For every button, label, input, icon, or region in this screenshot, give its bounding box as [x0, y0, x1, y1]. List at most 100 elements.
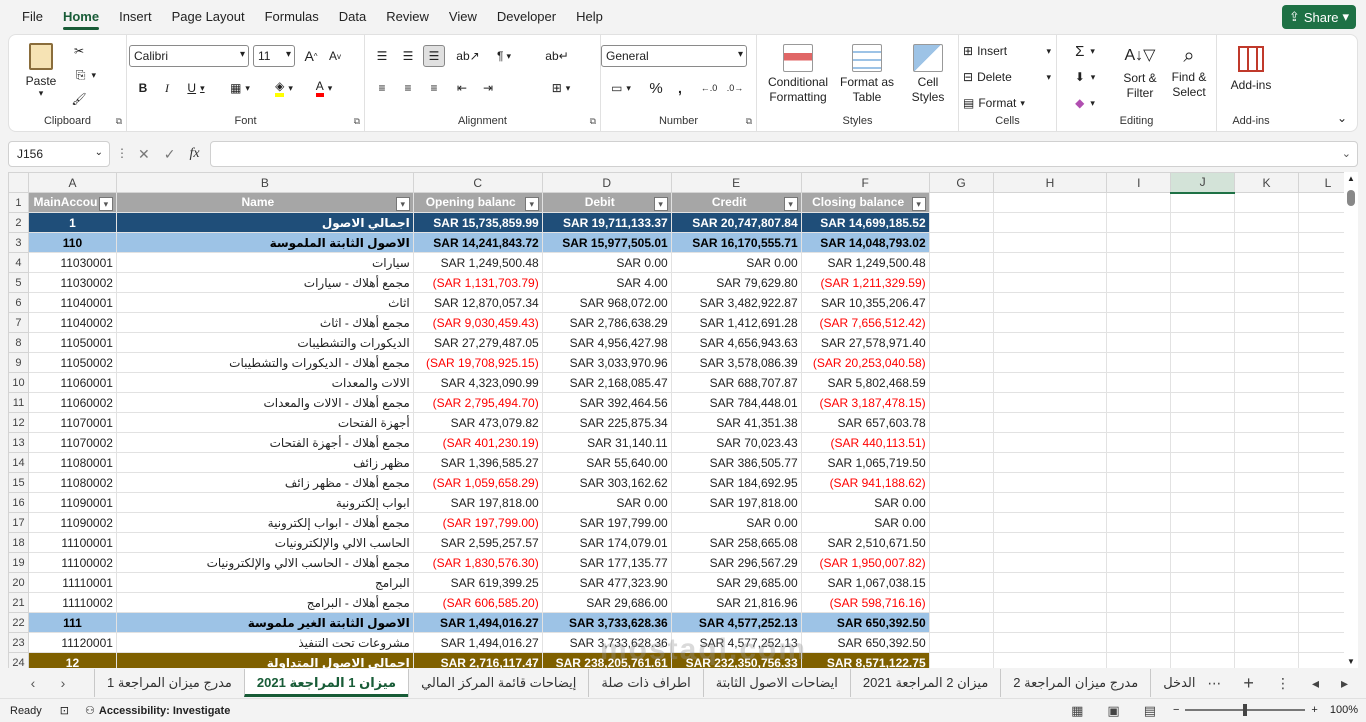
empty-cell[interactable]	[1234, 432, 1299, 453]
empty-cell[interactable]	[928, 552, 994, 573]
opening-balance-cell[interactable]: SAR 14,241,843.72	[412, 232, 543, 253]
opening-balance-cell[interactable]: SAR 197,818.00	[412, 492, 543, 513]
empty-cell[interactable]	[1170, 572, 1236, 593]
account-cell[interactable]: 11030002	[27, 272, 117, 293]
scroll-left-icon[interactable]: ◂	[1312, 675, 1319, 692]
empty-cell[interactable]	[928, 212, 994, 233]
row-header[interactable]: 2	[8, 212, 29, 233]
empty-cell[interactable]	[1234, 652, 1299, 668]
menu-tab-developer[interactable]: Developer	[487, 0, 566, 34]
paste-button[interactable]: Paste ▾	[21, 43, 61, 99]
filter-dropdown-icon[interactable]: ▾	[783, 196, 798, 211]
empty-cell[interactable]	[1234, 372, 1299, 393]
closing-balance-cell[interactable]: SAR 8,571,122.75	[800, 652, 930, 668]
empty-cell[interactable]	[1234, 492, 1299, 513]
credit-cell[interactable]: SAR 197,818.00	[670, 492, 802, 513]
empty-cell[interactable]	[1234, 392, 1299, 413]
decrease-font-button[interactable]: Av	[325, 45, 345, 67]
align-middle-button[interactable]: ☰	[397, 45, 419, 67]
credit-cell[interactable]: SAR 70,023.43	[670, 432, 802, 453]
empty-cell[interactable]	[1106, 632, 1172, 653]
empty-cell[interactable]	[1170, 252, 1236, 273]
credit-cell[interactable]: SAR 4,577,252.13	[670, 632, 802, 653]
paragraph-button[interactable]: ¶ ▾	[489, 45, 519, 67]
opening-balance-cell[interactable]: (SAR 606,585.20)	[412, 592, 543, 613]
credit-cell[interactable]: SAR 79,629.80	[670, 272, 802, 293]
decrease-decimal-button[interactable]: .0→	[723, 77, 747, 99]
menu-tab-review[interactable]: Review	[376, 0, 439, 34]
orientation-button[interactable]: ab↗	[451, 45, 485, 67]
empty-cell[interactable]	[1170, 612, 1236, 633]
page-layout-view-icon[interactable]: ▣	[1107, 703, 1119, 719]
row-header[interactable]: 3	[8, 232, 29, 253]
empty-cell[interactable]	[928, 452, 994, 473]
empty-cell[interactable]	[928, 392, 994, 413]
credit-cell[interactable]: SAR 41,351.38	[670, 412, 802, 433]
account-cell[interactable]: 1	[27, 212, 117, 233]
name-box[interactable]: J156 ⌄	[8, 141, 110, 167]
bold-button[interactable]: B	[133, 77, 153, 99]
empty-cell[interactable]	[1170, 592, 1236, 613]
empty-cell[interactable]	[1106, 592, 1172, 613]
cell-styles-button[interactable]: Cell Styles	[903, 41, 953, 107]
empty-cell[interactable]	[1170, 532, 1236, 553]
align-bottom-button[interactable]: ☰	[423, 45, 445, 67]
vertical-scrollbar[interactable]: ▲ ▼	[1344, 172, 1358, 668]
empty-cell[interactable]	[1170, 352, 1236, 373]
name-cell[interactable]: مشروعات تحت التنفيذ	[115, 632, 414, 653]
closing-balance-cell[interactable]: SAR 5,802,468.59	[800, 372, 930, 393]
autosum-button[interactable]: Σ ▾	[1067, 41, 1103, 61]
delete-cells-button[interactable]: ⊟ Delete ▾	[963, 67, 1051, 87]
opening-balance-cell[interactable]: SAR 1,249,500.48	[412, 252, 543, 273]
menu-tab-page-layout[interactable]: Page Layout	[162, 0, 255, 34]
filter-dropdown-icon[interactable]: ▾	[911, 196, 926, 211]
menu-tab-home[interactable]: Home	[53, 0, 109, 34]
row-header[interactable]: 18	[8, 532, 29, 553]
empty-cell[interactable]	[992, 452, 1108, 473]
empty-cell[interactable]	[1234, 292, 1299, 313]
empty-cell[interactable]	[992, 212, 1108, 233]
name-cell[interactable]: الالات والمعدات	[115, 372, 414, 393]
align-top-button[interactable]: ☰	[371, 45, 393, 67]
dialog-launcher-icon[interactable]: ⧉	[116, 116, 122, 127]
name-cell[interactable]: الديكورات والتشطيبات	[115, 332, 414, 353]
borders-button[interactable]: ▦ ▾	[223, 77, 257, 99]
tab-next-icon[interactable]: ›	[48, 675, 78, 691]
name-cell[interactable]: اجمالي الاصول المتداولة	[115, 652, 414, 668]
empty-cell[interactable]	[928, 652, 994, 668]
debit-cell[interactable]: SAR 392,464.56	[541, 392, 672, 413]
name-cell[interactable]: الاصول الثابتة الغير ملموسة	[115, 612, 414, 633]
closing-balance-cell[interactable]: SAR 2,510,671.50	[800, 532, 930, 553]
menu-tab-insert[interactable]: Insert	[109, 0, 162, 34]
account-cell[interactable]: 11090001	[27, 492, 117, 513]
column-header-k[interactable]: K	[1234, 172, 1299, 193]
name-cell[interactable]: اثاث	[115, 292, 414, 313]
closing-balance-cell[interactable]: (SAR 941,188.62)	[800, 472, 930, 493]
row-header[interactable]: 8	[8, 332, 29, 353]
empty-cell[interactable]	[1170, 412, 1236, 433]
opening-balance-cell[interactable]: SAR 1,396,585.27	[412, 452, 543, 473]
account-cell[interactable]: 11120001	[27, 632, 117, 653]
debit-cell[interactable]: SAR 15,977,505.01	[541, 232, 672, 253]
empty-cell[interactable]	[1170, 552, 1236, 573]
column-header-h[interactable]: H	[992, 172, 1108, 193]
credit-cell[interactable]: SAR 4,577,252.13	[670, 612, 802, 633]
debit-cell[interactable]: SAR 238,205,761.61	[541, 652, 672, 668]
more-options-icon[interactable]: ⋮	[116, 146, 128, 160]
credit-cell[interactable]: SAR 21,816.96	[670, 592, 802, 613]
closing-balance-cell[interactable]: (SAR 440,113.51)	[800, 432, 930, 453]
opening-balance-cell[interactable]: SAR 27,279,487.05	[412, 332, 543, 353]
account-cell[interactable]: 11100001	[27, 532, 117, 553]
menu-tab-file[interactable]: File	[12, 0, 53, 34]
empty-cell[interactable]	[1106, 452, 1172, 473]
name-cell[interactable]: اجمالي الاصول	[115, 212, 414, 233]
closing-balance-cell[interactable]: SAR 1,249,500.48	[800, 252, 930, 273]
cut-button[interactable]: ✂	[69, 41, 89, 61]
empty-cell[interactable]	[1170, 432, 1236, 453]
empty-cell[interactable]	[1234, 192, 1299, 213]
filter-dropdown-icon[interactable]: ▾	[395, 196, 410, 211]
account-cell[interactable]: 11090002	[27, 512, 117, 533]
credit-cell[interactable]: SAR 29,685.00	[670, 572, 802, 593]
empty-cell[interactable]	[928, 632, 994, 653]
accessibility-status[interactable]: ⚇ Accessibility: Investigate	[85, 704, 230, 718]
